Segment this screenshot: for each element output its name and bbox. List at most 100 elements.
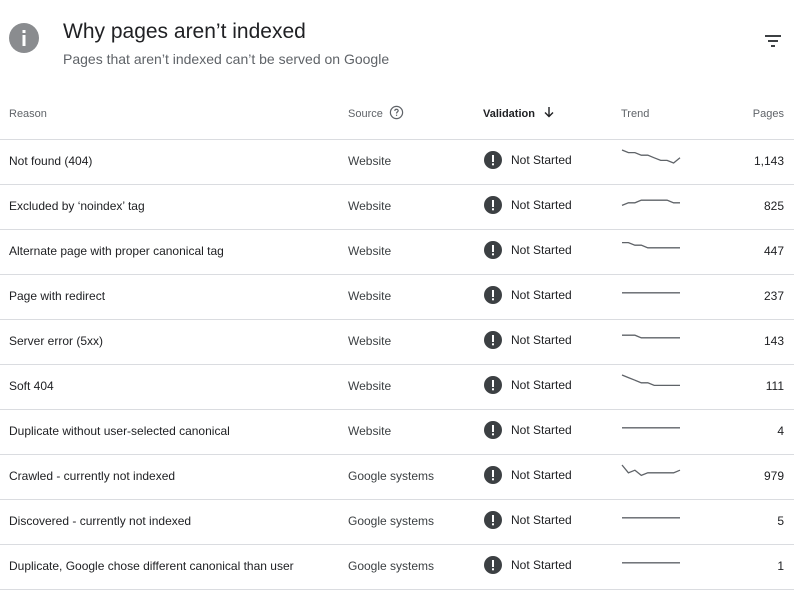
table-row[interactable]: Discovered - currently not indexed Google…	[0, 500, 794, 545]
row-source: Google systems	[348, 559, 435, 573]
sparkline-line	[621, 374, 680, 387]
row-trend-sparkline	[620, 281, 682, 308]
column-header-validation[interactable]: Validation	[483, 106, 555, 121]
validation-label: Not Started	[511, 468, 572, 482]
validation-label: Not Started	[511, 288, 572, 302]
row-pages-count: 447	[763, 244, 784, 258]
column-header-pages[interactable]: Pages	[753, 108, 784, 120]
column-header-reason[interactable]: Reason	[9, 108, 47, 120]
alert-icon	[484, 151, 502, 169]
row-trend-sparkline	[620, 326, 682, 353]
page-header: Why pages aren’t indexed Pages that aren…	[0, 0, 794, 92]
validation-label: Not Started	[511, 513, 572, 527]
row-validation-status: Not Started	[484, 511, 572, 529]
sparkline-svg	[622, 562, 680, 564]
reasons-table: Reason Source Validation Trend Pages Not…	[0, 92, 794, 590]
validation-label: Not Started	[511, 333, 572, 347]
sparkline-svg	[622, 292, 680, 294]
sparkline-svg	[621, 374, 680, 387]
row-reason: Crawled - currently not indexed	[9, 469, 176, 483]
row-pages-count: 4	[777, 424, 784, 438]
page-subtitle: Pages that aren’t indexed can’t be serve…	[63, 51, 390, 67]
row-pages-count: 111	[765, 379, 784, 393]
row-reason: Page with redirect	[9, 289, 106, 303]
sparkline-line	[622, 241, 680, 249]
row-validation-status: Not Started	[484, 556, 572, 574]
alert-icon	[484, 286, 502, 304]
page-title: Why pages aren’t indexed	[63, 20, 306, 43]
row-pages-count: 1,143	[753, 154, 784, 168]
row-source: Website	[348, 244, 392, 258]
row-trend-sparkline	[620, 551, 682, 578]
sparkline-svg	[622, 241, 680, 249]
sparkline-line	[621, 149, 681, 164]
alert-icon	[484, 466, 502, 484]
row-source: Website	[348, 379, 392, 393]
row-reason: Excluded by ‘noindex’ tag	[9, 199, 145, 213]
sparkline-line	[622, 334, 680, 339]
table-row[interactable]: Duplicate, Google chose different canoni…	[0, 545, 794, 590]
row-pages-count: 237	[763, 289, 784, 303]
table-row[interactable]: Page with redirect Website Not Started 237	[0, 275, 794, 320]
alert-icon	[484, 511, 502, 529]
row-source: Website	[348, 334, 392, 348]
validation-label: Not Started	[511, 153, 572, 167]
alert-icon	[484, 421, 502, 439]
row-pages-count: 1	[777, 559, 784, 573]
row-trend-sparkline	[620, 236, 682, 263]
row-source: Website	[348, 199, 392, 213]
row-trend-sparkline	[620, 416, 682, 443]
row-validation-status: Not Started	[484, 331, 572, 349]
table-row[interactable]: Excluded by ‘noindex’ tag Website Not Star…	[0, 185, 794, 230]
validation-label: Not Started	[511, 378, 572, 392]
row-reason: Not found (404)	[9, 154, 93, 168]
table-row[interactable]: Crawled - currently not indexed Google sy…	[0, 455, 794, 500]
row-pages-count: 979	[763, 469, 784, 483]
row-trend-sparkline	[620, 191, 682, 218]
alert-icon	[484, 196, 502, 214]
column-header-source[interactable]: Source	[348, 105, 404, 123]
table-row[interactable]: Duplicate without user-selected canonica…	[0, 410, 794, 455]
row-reason: Duplicate, Google chose different canoni…	[9, 559, 294, 573]
sparkline-svg	[621, 199, 680, 207]
row-trend-sparkline	[620, 146, 682, 173]
row-reason: Server error (5xx)	[9, 334, 104, 348]
sparkline-line	[621, 464, 681, 477]
sort-arrow-down-icon[interactable]	[543, 106, 555, 121]
filter-icon[interactable]	[761, 29, 785, 53]
validation-label: Not Started	[511, 423, 572, 437]
table-row[interactable]: Alternate page with proper canonical tag…	[0, 230, 794, 275]
sparkline-line	[621, 199, 680, 207]
row-trend-sparkline	[620, 461, 682, 488]
column-header-trend: Trend	[621, 108, 650, 120]
info-icon	[9, 23, 39, 53]
sparkline-svg	[622, 517, 680, 519]
row-source: Website	[348, 289, 392, 303]
table-row[interactable]: Not found (404) Website Not Started 1,143	[0, 140, 794, 185]
row-reason: Alternate page with proper canonical tag	[9, 244, 224, 258]
alert-icon	[484, 376, 502, 394]
column-header-source-label: Source	[348, 108, 383, 120]
row-reason: Soft 404	[9, 379, 54, 393]
alert-icon	[484, 241, 502, 259]
alert-icon	[484, 331, 502, 349]
row-reason: Duplicate without user-selected canonica…	[9, 424, 230, 438]
row-source: Google systems	[348, 514, 435, 528]
row-trend-sparkline	[620, 506, 682, 533]
row-validation-status: Not Started	[484, 196, 572, 214]
row-trend-sparkline	[620, 371, 682, 398]
row-validation-status: Not Started	[484, 466, 572, 484]
row-pages-count: 5	[777, 514, 784, 528]
help-icon[interactable]	[389, 105, 404, 123]
row-validation-status: Not Started	[484, 286, 572, 304]
table-row[interactable]: Server error (5xx) Website Not Started 143	[0, 320, 794, 365]
row-source: Website	[348, 154, 392, 168]
table-body: Not found (404) Website Not Started 1,143 Ex…	[0, 140, 794, 590]
row-validation-status: Not Started	[484, 241, 572, 259]
sparkline-svg	[621, 464, 681, 477]
table-row[interactable]: Soft 404 Website Not Started 111	[0, 365, 794, 410]
validation-label: Not Started	[511, 558, 572, 572]
row-validation-status: Not Started	[484, 376, 572, 394]
alert-icon	[484, 556, 502, 574]
validation-label: Not Started	[511, 243, 572, 257]
